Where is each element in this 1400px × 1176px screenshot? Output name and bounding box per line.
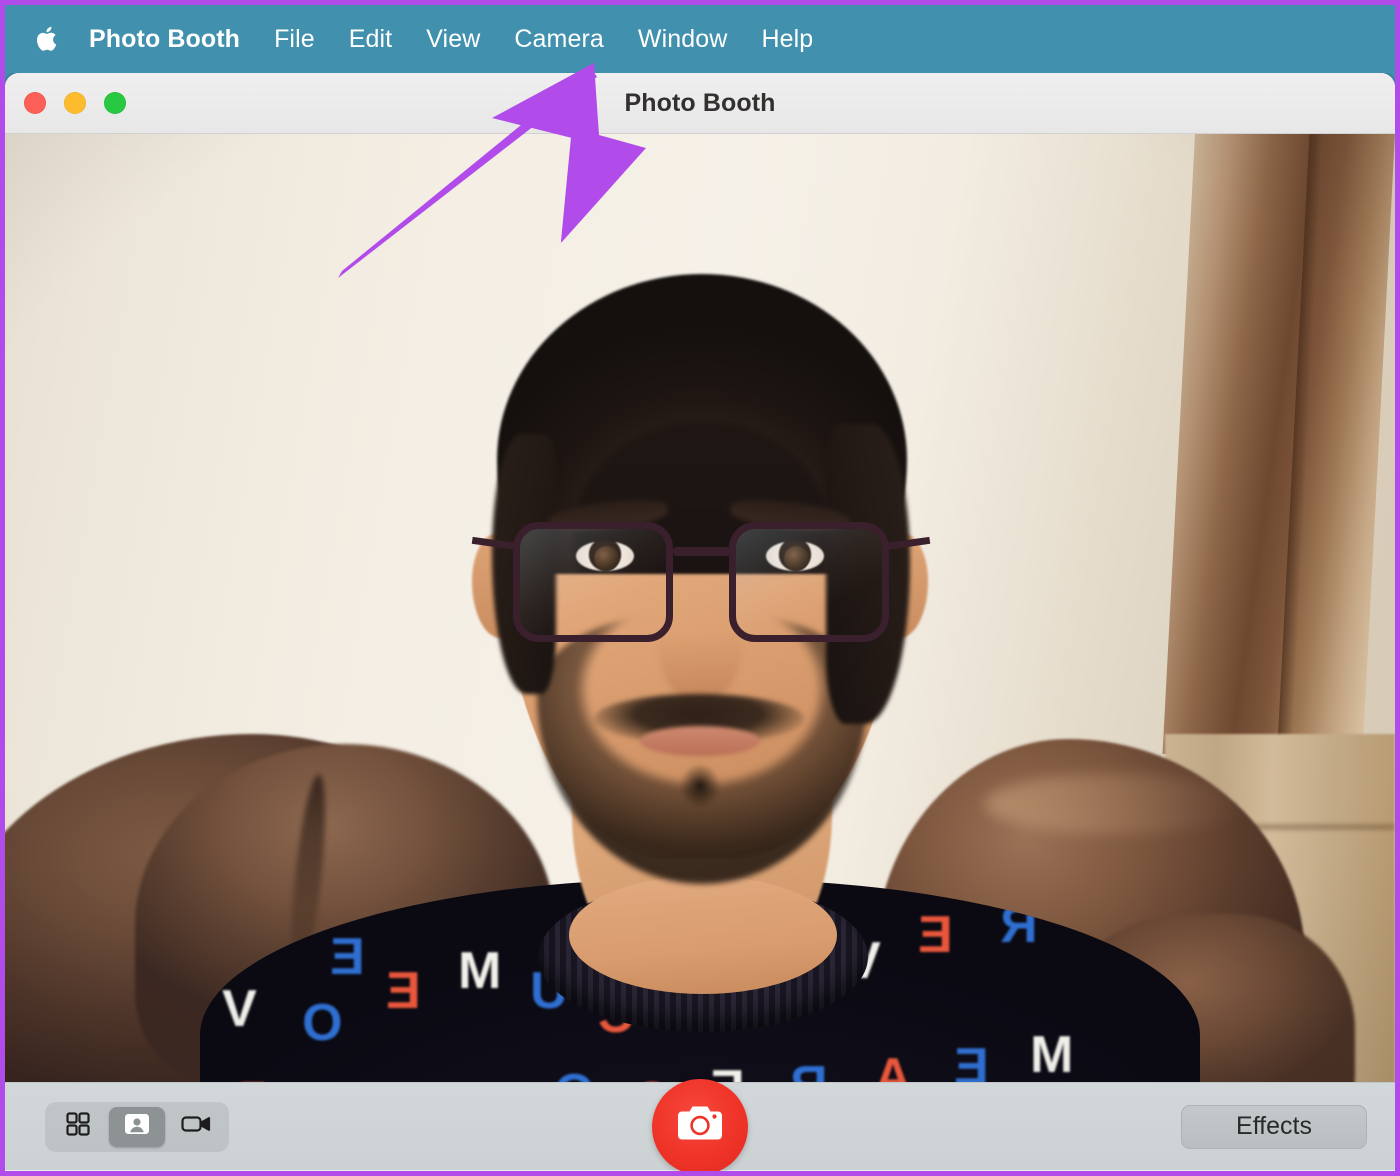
- shutter-button[interactable]: [652, 1078, 748, 1171]
- view-mode-segmented-control: [45, 1101, 229, 1152]
- menu-item-help[interactable]: Help: [744, 24, 830, 54]
- glasses-lens-left: [513, 522, 673, 642]
- single-photo-button[interactable]: [109, 1106, 165, 1147]
- soul-patch: [680, 764, 720, 808]
- menu-item-edit[interactable]: Edit: [332, 24, 409, 54]
- menu-item-camera[interactable]: Camera: [497, 24, 621, 54]
- menu-item-view[interactable]: View: [409, 24, 497, 54]
- maximize-button[interactable]: [104, 92, 126, 114]
- menu-item-window[interactable]: Window: [621, 24, 745, 54]
- eyeglasses: [471, 502, 931, 662]
- close-button[interactable]: [24, 92, 46, 114]
- apple-logo-icon[interactable]: [35, 24, 61, 54]
- window-titlebar: Photo Booth: [5, 73, 1395, 134]
- lips: [640, 726, 760, 756]
- glasses-lens-right: [729, 522, 889, 642]
- four-up-grid-button[interactable]: [50, 1107, 106, 1147]
- bottom-toolbar: Effects: [5, 1078, 1395, 1171]
- menu-bar: Photo Booth File Edit View Camera Window…: [5, 5, 1395, 73]
- minimize-button[interactable]: [64, 92, 86, 114]
- camera-icon: [675, 1102, 725, 1151]
- door-frame: [1162, 134, 1395, 754]
- window-title: Photo Booth: [624, 88, 776, 117]
- portrait-icon: [122, 1110, 152, 1143]
- movie-button[interactable]: [168, 1107, 224, 1147]
- grid-icon: [64, 1110, 92, 1143]
- glasses-bridge: [673, 547, 731, 556]
- menu-item-photo-booth[interactable]: Photo Booth: [89, 24, 257, 54]
- traffic-lights: [24, 92, 126, 114]
- neck-opening: [569, 876, 837, 994]
- video-camera-icon: [180, 1110, 212, 1143]
- camera-preview[interactable]: R E V O E M U C A E V E R R B E V: [5, 134, 1395, 1082]
- menu-item-file[interactable]: File: [257, 24, 332, 54]
- screenshot-root: Photo Booth File Edit View Camera Window…: [0, 0, 1400, 1176]
- effects-button-label: Effects: [1236, 1112, 1312, 1140]
- effects-button[interactable]: Effects: [1181, 1104, 1367, 1149]
- couch-highlight: [985, 774, 1245, 834]
- photo-booth-window: Photo Booth R E V O E M U E R A E M Effe…: [5, 73, 1395, 1171]
